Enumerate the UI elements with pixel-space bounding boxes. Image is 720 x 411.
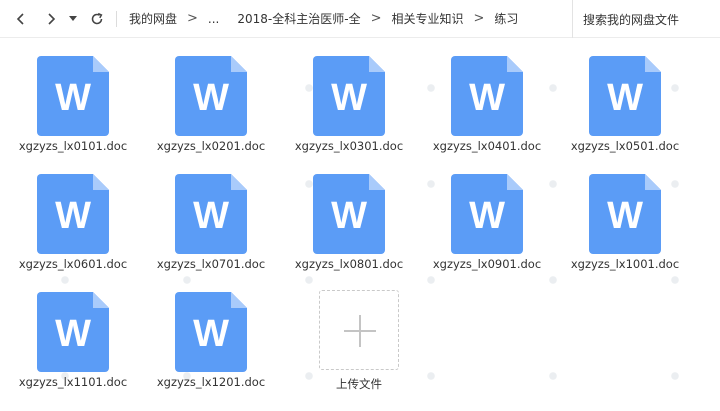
refresh-icon [91, 12, 103, 24]
file-tile[interactable]: W xgzyzs_lx0601.doc [0, 156, 130, 271]
word-letter: W [55, 77, 91, 119]
file-tile[interactable]: W xgzyzs_lx1101.doc [0, 274, 130, 389]
upload-dropzone[interactable] [319, 290, 399, 370]
file-tile[interactable]: W xgzyzs_lx0101.doc [0, 38, 130, 153]
word-letter: W [193, 195, 229, 237]
plus-icon [344, 315, 376, 347]
breadcrumb-item-root[interactable]: 我的网盘 [125, 10, 181, 27]
history-dropdown-button[interactable] [66, 8, 80, 30]
word-document-icon: W [589, 174, 661, 254]
word-document-icon: W [37, 174, 109, 254]
back-button[interactable] [10, 8, 32, 30]
breadcrumb-item-ellipsis[interactable]: ... [204, 12, 223, 26]
word-letter: W [469, 195, 505, 237]
upload-file-button[interactable]: 上传文件 [279, 274, 399, 391]
file-tile[interactable]: W xgzyzs_lx1201.doc [138, 274, 268, 389]
chevron-left-icon [16, 12, 24, 25]
file-name: xgzyzs_lx0601.doc [18, 257, 128, 271]
word-document-icon: W [37, 292, 109, 372]
file-name: xgzyzs_lx1201.doc [156, 375, 266, 389]
word-letter: W [607, 195, 643, 237]
file-tile[interactable]: W xgzyzs_lx0901.doc [414, 156, 544, 271]
word-letter: W [469, 77, 505, 119]
word-document-icon: W [589, 56, 661, 136]
word-document-icon: W [37, 56, 109, 136]
word-letter: W [55, 313, 91, 355]
file-name: xgzyzs_lx0401.doc [432, 139, 542, 153]
chevron-right-icon [48, 12, 56, 25]
file-name: xgzyzs_lx0901.doc [432, 257, 542, 271]
search-placeholder: 搜索我的网盘文件 [583, 12, 680, 27]
refresh-button[interactable] [86, 8, 108, 30]
file-name: xgzyzs_lx0301.doc [294, 139, 404, 153]
file-grid: W xgzyzs_lx0101.doc W xgzyzs_lx0201.doc … [0, 38, 720, 411]
breadcrumb-item-subject[interactable]: 相关专业知识 [387, 10, 467, 27]
word-document-icon: W [451, 56, 523, 136]
breadcrumb-item-current[interactable]: 练习 [490, 10, 522, 27]
word-letter: W [193, 77, 229, 119]
toolbar-divider [116, 10, 117, 27]
word-letter: W [331, 77, 367, 119]
search-input[interactable]: 搜索我的网盘文件 [572, 0, 720, 38]
word-letter: W [193, 313, 229, 355]
file-tile[interactable]: W xgzyzs_lx0401.doc [414, 38, 544, 153]
word-letter: W [331, 195, 367, 237]
breadcrumb-item-course[interactable]: 2018-全科主治医师-全 [223, 10, 364, 27]
word-document-icon: W [313, 174, 385, 254]
file-name: xgzyzs_lx1001.doc [570, 257, 680, 271]
file-name: xgzyzs_lx1101.doc [18, 375, 128, 389]
file-tile[interactable]: W xgzyzs_lx0801.doc [276, 156, 406, 271]
toolbar: 我的网盘 > ... 2018-全科主治医师-全 > 相关专业知识 > 练习 搜… [0, 0, 720, 38]
breadcrumb-separator: > [370, 11, 382, 26]
file-name: xgzyzs_lx0801.doc [294, 257, 404, 271]
word-document-icon: W [313, 56, 385, 136]
file-tile[interactable]: W xgzyzs_lx0701.doc [138, 156, 268, 271]
word-document-icon: W [175, 292, 247, 372]
dropdown-triangle-icon [69, 15, 77, 21]
word-letter: W [607, 77, 643, 119]
file-tile[interactable]: W xgzyzs_lx1001.doc [552, 156, 682, 271]
breadcrumb-separator: > [187, 11, 198, 26]
forward-button[interactable] [40, 8, 62, 30]
file-name: xgzyzs_lx0701.doc [156, 257, 266, 271]
breadcrumb: 我的网盘 > ... 2018-全科主治医师-全 > 相关专业知识 > 练习 [125, 0, 522, 37]
file-tile[interactable]: W xgzyzs_lx0501.doc [552, 38, 682, 153]
breadcrumb-separator: > [473, 11, 485, 26]
file-tile[interactable]: W xgzyzs_lx0301.doc [276, 38, 406, 153]
file-name: xgzyzs_lx0201.doc [156, 139, 266, 153]
file-tile[interactable]: W xgzyzs_lx0201.doc [138, 38, 268, 153]
word-document-icon: W [175, 56, 247, 136]
file-name: xgzyzs_lx0501.doc [570, 139, 680, 153]
file-name: xgzyzs_lx0101.doc [18, 139, 128, 153]
word-document-icon: W [175, 174, 247, 254]
word-document-icon: W [451, 174, 523, 254]
upload-label: 上传文件 [336, 377, 382, 391]
word-letter: W [55, 195, 91, 237]
